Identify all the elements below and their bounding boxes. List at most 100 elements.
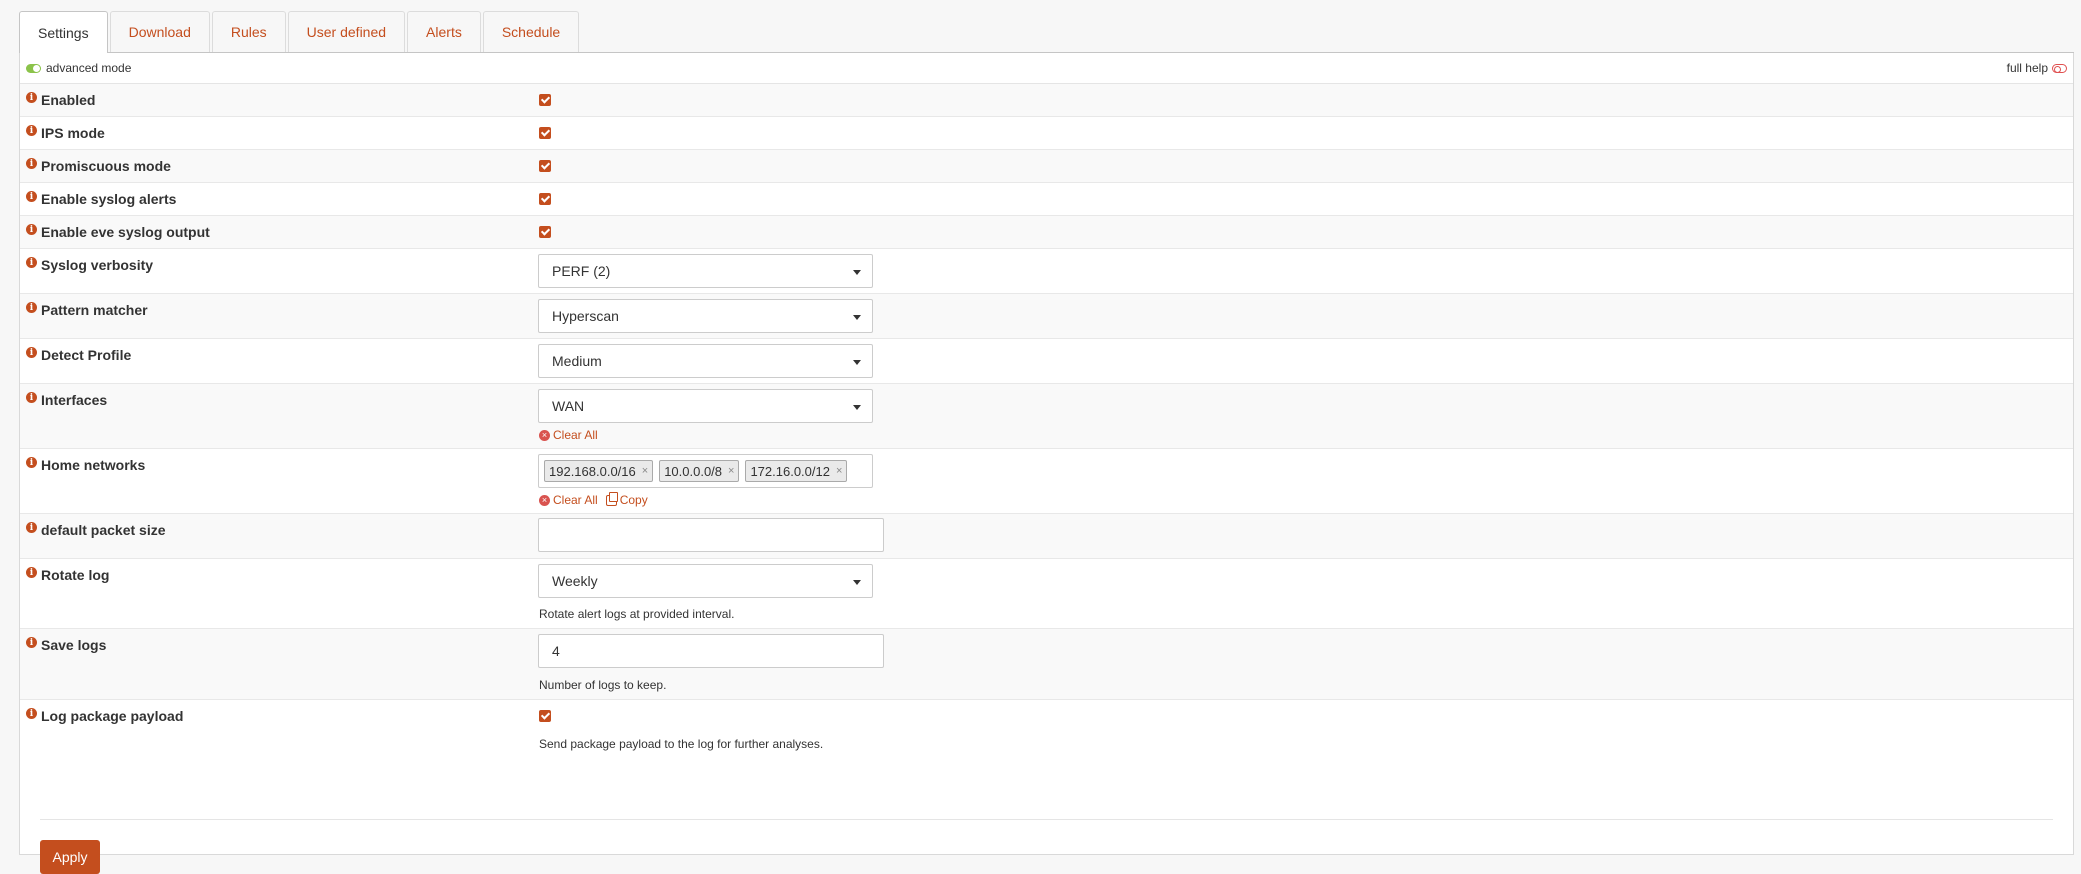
promiscuous-label: Promiscuous mode bbox=[41, 158, 171, 174]
row-home-networks: i Home networks 192.168.0.0/16 × 10.0.0.0/… bbox=[20, 449, 2073, 514]
info-icon[interactable]: i bbox=[26, 191, 37, 202]
promiscuous-checkbox[interactable] bbox=[539, 160, 551, 172]
apply-button[interactable]: Apply bbox=[40, 840, 100, 874]
row-save-logs: i Save logs 4 Number of logs to keep. bbox=[20, 629, 2073, 700]
info-icon[interactable]: i bbox=[26, 457, 37, 468]
info-icon[interactable]: i bbox=[26, 567, 37, 578]
mode-bar: advanced mode full help bbox=[20, 53, 2073, 84]
settings-panel: advanced mode full help i Enabled i IPS mo… bbox=[19, 53, 2074, 874]
row-packet-size: i default packet size bbox=[20, 514, 2073, 559]
full-help-toggle[interactable]: full help bbox=[2007, 61, 2067, 75]
row-log-payload: i Log package payload Send package payloa… bbox=[20, 700, 2073, 758]
info-icon[interactable]: i bbox=[26, 224, 37, 235]
eve-syslog-checkbox[interactable] bbox=[539, 226, 551, 238]
info-icon[interactable]: i bbox=[26, 92, 37, 103]
info-icon[interactable]: i bbox=[26, 257, 37, 268]
interfaces-select[interactable]: WAN bbox=[538, 389, 873, 423]
clear-all-label: Clear All bbox=[553, 428, 598, 442]
rotate-log-value: Weekly bbox=[552, 573, 598, 589]
home-networks-tag-input[interactable]: 192.168.0.0/16 × 10.0.0.0/8 × 172.16.0.0/1… bbox=[538, 454, 873, 488]
row-syslog-verbosity: i Syslog verbosity PERF (2) bbox=[20, 249, 2073, 294]
tab-rules[interactable]: Rules bbox=[211, 11, 286, 52]
home-networks-copy-link[interactable]: Copy bbox=[605, 491, 648, 507]
home-networks-clear-all-link[interactable]: × Clear All bbox=[539, 493, 598, 507]
pattern-matcher-select[interactable]: Hyperscan bbox=[538, 299, 873, 333]
ips-mode-label: IPS mode bbox=[41, 125, 105, 141]
tab-schedule[interactable]: Schedule bbox=[482, 11, 580, 52]
toggle-off-icon bbox=[2052, 63, 2067, 73]
row-pattern-matcher: i Pattern matcher Hyperscan bbox=[20, 294, 2073, 339]
row-promiscuous: i Promiscuous mode bbox=[20, 150, 2073, 183]
chevron-down-icon bbox=[853, 580, 861, 585]
rotate-log-help: Rotate alert logs at provided interval. bbox=[539, 607, 735, 621]
syslog-alerts-label: Enable syslog alerts bbox=[41, 191, 177, 207]
save-logs-label: Save logs bbox=[41, 637, 107, 653]
detect-profile-label: Detect Profile bbox=[41, 347, 132, 363]
info-icon[interactable]: i bbox=[26, 392, 37, 403]
save-logs-input[interactable]: 4 bbox=[538, 634, 884, 668]
interfaces-value: WAN bbox=[552, 398, 585, 414]
info-icon[interactable]: i bbox=[26, 125, 37, 136]
row-eve-syslog: i Enable eve syslog output bbox=[20, 216, 2073, 249]
packet-size-input[interactable] bbox=[538, 518, 884, 552]
info-icon[interactable]: i bbox=[26, 708, 37, 719]
clear-all-label: Clear All bbox=[553, 493, 598, 507]
remove-tag-icon[interactable]: × bbox=[836, 465, 842, 477]
tab-settings[interactable]: Settings bbox=[19, 11, 108, 53]
advanced-mode-label: advanced mode bbox=[46, 61, 132, 75]
packet-size-label: default packet size bbox=[41, 522, 166, 538]
syslog-verbosity-label: Syslog verbosity bbox=[41, 257, 154, 273]
copy-label: Copy bbox=[619, 493, 648, 507]
save-logs-help: Number of logs to keep. bbox=[539, 678, 667, 692]
row-detect-profile: i Detect Profile Medium bbox=[20, 339, 2073, 384]
copy-icon bbox=[605, 491, 618, 506]
chevron-down-icon bbox=[853, 405, 861, 410]
app-window: Settings Download Rules User defined Ale… bbox=[19, 11, 2074, 874]
row-ips-mode: i IPS mode bbox=[20, 117, 2073, 150]
enabled-label: Enabled bbox=[41, 92, 96, 108]
detect-profile-select[interactable]: Medium bbox=[538, 344, 873, 378]
chevron-down-icon bbox=[853, 315, 861, 320]
rotate-log-select[interactable]: Weekly bbox=[538, 564, 873, 598]
pattern-matcher-label: Pattern matcher bbox=[41, 302, 148, 318]
log-payload-label: Log package payload bbox=[41, 708, 184, 724]
network-tag: 172.16.0.0/12 × bbox=[745, 460, 848, 482]
chevron-down-icon bbox=[853, 360, 861, 365]
syslog-alerts-checkbox[interactable] bbox=[539, 193, 551, 205]
eve-syslog-label: Enable eve syslog output bbox=[41, 224, 210, 240]
ips-mode-checkbox[interactable] bbox=[539, 127, 551, 139]
tab-alerts[interactable]: Alerts bbox=[407, 11, 481, 52]
network-tag: 192.168.0.0/16 × bbox=[544, 460, 654, 482]
detect-profile-value: Medium bbox=[552, 353, 602, 369]
divider bbox=[40, 819, 2053, 820]
tab-download[interactable]: Download bbox=[109, 11, 210, 52]
row-enabled: i Enabled bbox=[20, 84, 2073, 117]
remove-tag-icon[interactable]: × bbox=[642, 465, 648, 477]
info-icon[interactable]: i bbox=[26, 522, 37, 533]
log-payload-help: Send package payload to the log for furt… bbox=[539, 737, 824, 751]
row-syslog-alerts: i Enable syslog alerts bbox=[20, 183, 2073, 216]
full-help-label: full help bbox=[2006, 61, 2048, 75]
info-icon[interactable]: i bbox=[26, 302, 37, 313]
network-tag: 10.0.0.0/8 × bbox=[659, 460, 740, 482]
toggle-on-icon bbox=[26, 63, 41, 73]
row-interfaces: i Interfaces WAN × Clear All bbox=[20, 384, 2073, 449]
tab-bar: Settings Download Rules User defined Ale… bbox=[19, 11, 2074, 53]
pattern-matcher-value: Hyperscan bbox=[552, 308, 619, 324]
tab-user-defined[interactable]: User defined bbox=[287, 11, 406, 52]
chevron-down-icon bbox=[853, 270, 861, 275]
info-icon[interactable]: i bbox=[26, 347, 37, 358]
close-circle-icon: × bbox=[539, 429, 550, 441]
advanced-mode-toggle[interactable]: advanced mode bbox=[26, 61, 131, 75]
syslog-verbosity-value: PERF (2) bbox=[552, 263, 611, 279]
home-networks-label: Home networks bbox=[41, 457, 146, 473]
close-circle-icon: × bbox=[539, 494, 550, 506]
remove-tag-icon[interactable]: × bbox=[728, 465, 734, 477]
info-icon[interactable]: i bbox=[26, 637, 37, 648]
info-icon[interactable]: i bbox=[26, 158, 37, 169]
syslog-verbosity-select[interactable]: PERF (2) bbox=[538, 254, 873, 288]
rotate-log-label: Rotate log bbox=[41, 567, 110, 583]
interfaces-clear-all-link[interactable]: × Clear All bbox=[539, 428, 598, 442]
enabled-checkbox[interactable] bbox=[539, 94, 551, 106]
log-payload-checkbox[interactable] bbox=[539, 710, 551, 722]
